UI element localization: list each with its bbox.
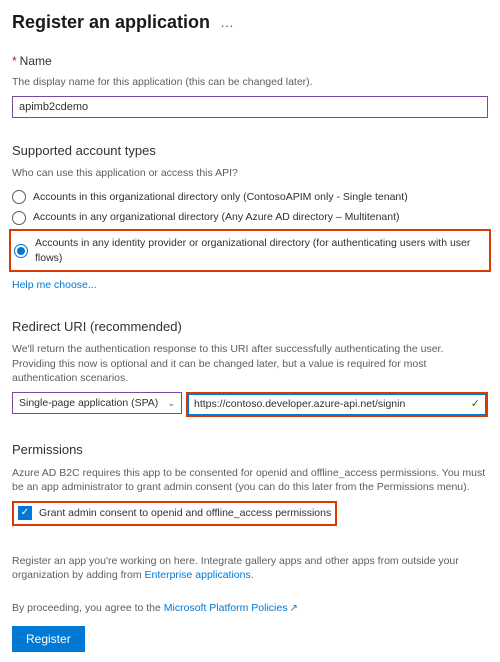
help-me-choose-link[interactable]: Help me choose... [12,279,97,291]
account-type-option-single-tenant[interactable]: Accounts in this organizational director… [12,187,488,208]
radio-icon [12,190,26,204]
platform-select[interactable]: Single-page application (SPA) ⌄ [12,392,182,414]
register-button[interactable]: Register [12,626,85,652]
account-type-option-multitenant[interactable]: Accounts in any organizational directory… [12,207,488,228]
page-title: Register an application [12,10,210,35]
required-star-icon: * [12,54,17,68]
platform-policies-link[interactable]: Microsoft Platform Policies↗ [164,602,298,614]
checkmark-icon: ✓ [471,397,480,412]
agreement-text: By proceeding, you agree to the Microsof… [12,601,488,616]
radio-label: Accounts in any organizational directory… [33,210,400,225]
chevron-down-icon: ⌄ [167,397,175,410]
permissions-title: Permissions [12,441,488,459]
more-icon[interactable]: … [220,13,235,33]
radio-icon [12,211,26,225]
footer-note: Register an app you're working on here. … [12,554,488,583]
name-description: The display name for this application (t… [12,75,488,90]
name-input[interactable] [12,96,488,118]
name-label: *Name [12,53,488,70]
grant-consent-checkbox[interactable]: ✓ Grant admin consent to openid and offl… [12,501,337,526]
radio-label: Accounts in any identity provider or org… [35,236,486,265]
enterprise-apps-link[interactable]: Enterprise applications [145,569,251,581]
radio-label: Accounts in this organizational director… [33,190,408,205]
account-types-title: Supported account types [12,142,488,160]
checkbox-checked-icon: ✓ [18,506,32,520]
redirect-uri-desc: We'll return the authentication response… [12,342,488,386]
redirect-uri-value: https://contoso.developer.azure-api.net/… [194,397,405,412]
redirect-uri-input[interactable]: https://contoso.developer.azure-api.net/… [188,394,486,415]
account-types-desc: Who can use this application or access t… [12,166,488,181]
platform-select-value: Single-page application (SPA) [19,396,158,411]
redirect-uri-title: Redirect URI (recommended) [12,318,488,336]
radio-icon [14,244,28,258]
account-type-option-any-idp[interactable]: Accounts in any identity provider or org… [14,233,486,268]
checkbox-label: Grant admin consent to openid and offlin… [39,506,331,521]
external-link-icon: ↗ [289,603,297,614]
permissions-desc: Azure AD B2C requires this app to be con… [12,466,488,495]
